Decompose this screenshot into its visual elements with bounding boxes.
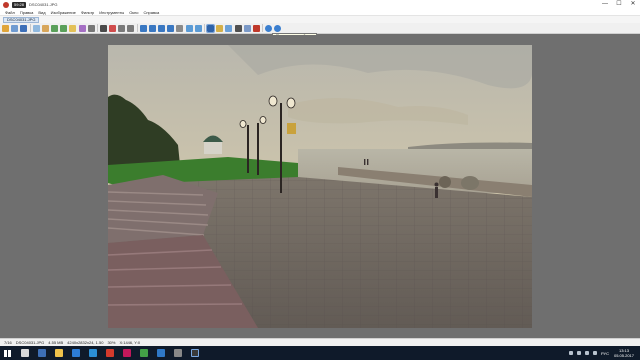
copy-icon[interactable] [109,24,117,32]
toolbar-separator [203,24,205,32]
telegram-icon[interactable] [157,349,165,357]
toolbar-separator [96,24,98,32]
task-view-icon[interactable] [21,349,29,357]
photo-image [108,45,532,328]
exit-icon[interactable] [252,24,260,32]
menu-view[interactable]: Вид [38,10,45,15]
clock[interactable]: 13:13 05.05.2017 [614,348,634,358]
maximize-button[interactable]: ☐ [612,0,626,9]
clock-date: 05.05.2017 [613,353,634,358]
settings-gear-icon[interactable] [265,24,273,32]
image-viewer-area[interactable] [0,35,640,338]
toolbar-separator [136,24,138,32]
image-viewer-app-icon[interactable] [191,349,199,357]
torrent-icon[interactable] [140,349,148,357]
app-icon [3,1,9,8]
system-tray: РУС 13:13 05.05.2017 [568,347,637,359]
toolbar-separator [29,24,31,32]
settings-app-icon[interactable] [174,349,182,357]
menu-filter[interactable]: Фильтр [81,10,94,15]
settings-icon[interactable] [225,24,233,32]
image-filesize: 4.55 MB [48,340,64,345]
browse-icon[interactable] [11,24,19,32]
next-image-icon[interactable] [158,24,165,32]
crop-icon[interactable] [87,24,95,32]
exif-icon[interactable] [234,24,242,32]
minimize-button[interactable]: — [598,0,612,9]
actual-size-icon[interactable] [194,24,202,32]
status-bar: 7/16 DSC04031.JPG 4.55 MB 4240x2832x24, … [0,338,640,346]
toolbar-separator [262,24,264,32]
battery-icon[interactable] [592,351,597,355]
menu-edit[interactable]: Правка [20,10,34,15]
first-image-icon[interactable] [139,24,147,32]
store-icon[interactable] [72,349,80,357]
network-icon[interactable] [576,351,581,355]
volume-icon[interactable] [584,351,589,355]
rotate-right-icon[interactable] [60,24,68,32]
slideshow-icon[interactable] [32,24,40,32]
menu-tools[interactable]: Инструменты [99,10,124,15]
save-icon[interactable] [20,24,28,32]
recording-timer: 59:28 [12,1,27,8]
zoom-level: 30% [107,340,116,345]
window-title-bar: 59:28 DSC04031.JPG — ☐ ✕ [0,0,640,9]
toolbar [0,23,640,34]
image-index: 7/16 [4,340,12,345]
zoom-out-icon[interactable] [127,24,135,32]
effects-icon[interactable] [78,24,86,32]
menu-bar: Файл Правка Вид Изображение Фильтр Инстр… [0,9,640,16]
delete-icon[interactable] [176,24,184,32]
thumbnails-icon[interactable] [216,24,224,32]
help-icon[interactable] [274,24,282,32]
zoom-in-icon[interactable] [118,24,126,32]
image-info-icon[interactable] [41,24,49,32]
file-explorer-icon[interactable] [55,349,63,357]
displayed-photo[interactable] [108,45,532,328]
menu-image[interactable]: Изображение [51,10,76,15]
document-tab-bar: DSC04031.JPG [0,16,640,23]
window-title: DSC04031.JPG [29,2,58,7]
cursor-coordinates: X:1446, Y:0 [119,340,141,345]
open-folder-icon[interactable] [2,24,9,32]
image-filename: DSC04031.JPG [15,340,45,345]
previous-image-icon[interactable] [148,24,156,32]
last-image-icon[interactable] [167,24,175,32]
rotate-left-icon[interactable] [50,24,58,32]
compare-icon[interactable] [243,24,251,32]
browser-icon[interactable] [38,349,46,357]
tray-up-arrow-icon[interactable] [568,351,573,355]
fullscreen-icon[interactable] [205,23,215,33]
menu-window[interactable]: Окно [129,10,138,15]
document-tab[interactable]: DSC04031.JPG [3,16,40,23]
media-app-icon[interactable] [106,349,114,357]
close-button[interactable]: ✕ [626,0,640,9]
skype-icon[interactable] [89,349,97,357]
fit-window-icon[interactable] [185,24,193,32]
print-icon[interactable] [99,24,107,32]
menu-file[interactable]: Файл [5,10,15,15]
language-indicator[interactable]: РУС [601,351,609,356]
menu-help[interactable]: Справка [144,10,160,15]
image-dimensions: 4240x2832x24, 1.50 [67,340,104,345]
adjust-colors-icon[interactable] [69,24,77,32]
windows-start-icon[interactable] [4,349,11,357]
opera-icon[interactable] [123,349,131,357]
windows-taskbar: РУС 13:13 05.05.2017 [0,346,640,360]
